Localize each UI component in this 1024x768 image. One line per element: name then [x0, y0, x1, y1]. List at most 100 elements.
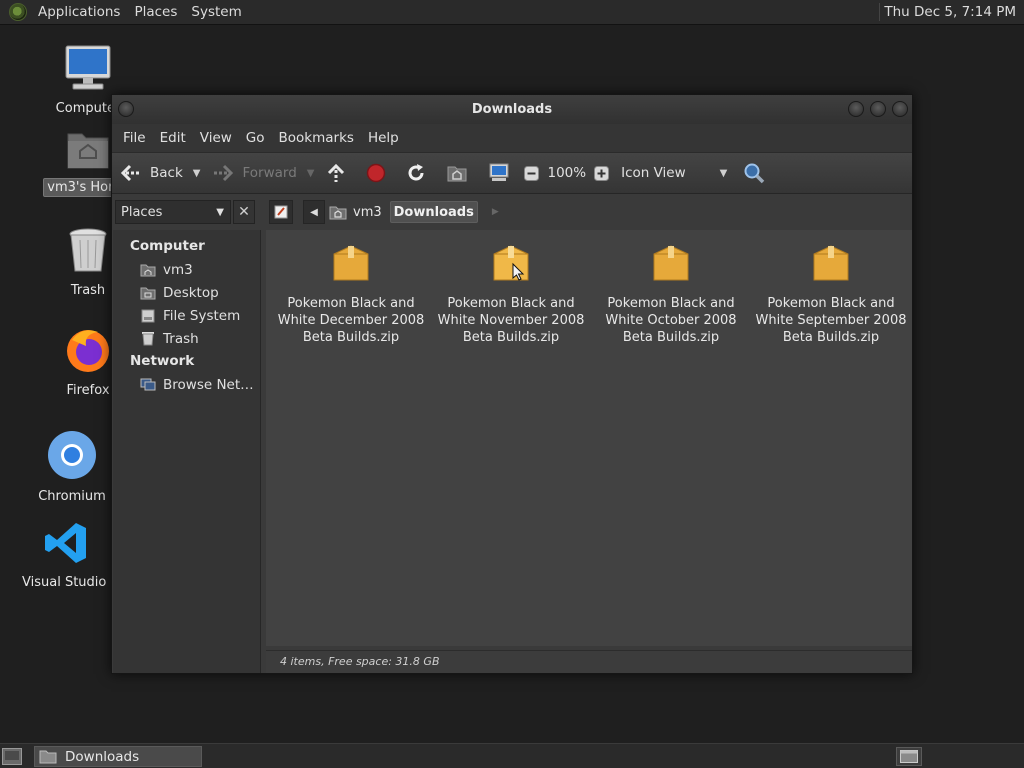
sidebar-item-label: File System	[163, 307, 241, 324]
home-icon[interactable]	[446, 163, 468, 183]
close-icon: ✕	[238, 204, 250, 220]
clock[interactable]: Thu Dec 5, 7:14 PM	[879, 3, 1020, 21]
forward-label: Forward	[242, 165, 297, 181]
desktop-icon-label: Chromium	[38, 489, 106, 504]
up-icon[interactable]	[326, 163, 346, 183]
workspace-switcher[interactable]	[896, 747, 922, 766]
taskbar-item-downloads[interactable]: Downloads	[34, 746, 202, 767]
desktop-icon-label: Visual Studio Code	[22, 575, 113, 590]
toolbar: Back ▼ Forward ▼ 100% Icon View ▼	[112, 152, 912, 194]
home-folder-icon	[67, 133, 109, 169]
breadcrumb-right-button[interactable]: ▶	[492, 207, 499, 217]
back-button[interactable]: Back	[120, 163, 183, 183]
system-menu[interactable]: System	[184, 4, 248, 20]
places-menu[interactable]: Places	[127, 4, 184, 20]
distro-logo-icon[interactable]	[9, 3, 27, 21]
firefox-icon	[67, 330, 109, 372]
bottom-panel: Downloads	[0, 743, 1024, 768]
zoom-in-icon[interactable]	[594, 165, 610, 181]
close-side-pane-button[interactable]: ✕	[233, 200, 255, 224]
sidebar-heading-network: Network	[130, 353, 195, 369]
maximize-button[interactable]	[870, 101, 886, 117]
window-title: Downloads	[471, 102, 553, 117]
edit-location-icon	[274, 205, 288, 219]
close-button[interactable]	[892, 101, 908, 117]
taskbar-item-label: Downloads	[65, 748, 140, 765]
folder-icon	[39, 750, 57, 764]
desktop-icon-label: Trash	[70, 283, 106, 298]
network-icon	[140, 378, 156, 390]
breadcrumb-left-button[interactable]: ◀	[303, 200, 325, 224]
trash-icon	[69, 228, 107, 272]
menubar: File Edit View Go Bookmarks Help	[112, 124, 912, 152]
chevron-down-icon: ▼	[216, 206, 224, 218]
stop-icon[interactable]	[366, 163, 386, 183]
file-item[interactable]: Pokemon Black and White November 2008 Be…	[431, 242, 591, 346]
view-mode-select[interactable]: Icon View	[621, 165, 686, 181]
home-folder-icon	[140, 264, 156, 276]
file-name: Pokemon Black and White October 2008 Bet…	[605, 296, 737, 345]
sidebar-item-vm3[interactable]: vm3	[113, 258, 260, 281]
toggle-location-entry-button[interactable]	[269, 200, 293, 224]
zip-archive-icon	[493, 245, 529, 281]
file-name: Pokemon Black and White September 2008 B…	[755, 296, 907, 345]
sidebar-item-label: Trash	[163, 330, 199, 347]
sidebar-item-browse-network[interactable]: Browse Net…	[113, 373, 260, 396]
file-item[interactable]: Pokemon Black and White December 2008 Be…	[271, 242, 431, 346]
file-name: Pokemon Black and White November 2008 Be…	[437, 296, 585, 345]
side-pane-selector[interactable]: Places ▼	[115, 200, 231, 224]
show-desktop-icon[interactable]	[2, 748, 22, 765]
menu-bookmarks[interactable]: Bookmarks	[272, 130, 361, 146]
trash-icon	[142, 332, 154, 346]
sidebar-item-desktop[interactable]: Desktop	[113, 281, 260, 304]
back-label: Back	[150, 165, 183, 181]
computer-icon[interactable]	[488, 163, 510, 183]
vscode-icon	[45, 523, 86, 563]
breadcrumb-downloads[interactable]: Downloads	[389, 201, 478, 223]
file-item[interactable]: Pokemon Black and White September 2008 B…	[751, 242, 911, 346]
location-bar: Places ▼ ✕ ◀ vm3 Downloads ▶	[112, 196, 912, 230]
drive-icon	[141, 309, 155, 322]
zip-archive-icon	[333, 245, 369, 281]
computer-icon	[65, 45, 111, 90]
chromium-icon	[48, 431, 96, 479]
zoom-out-icon[interactable]	[524, 165, 540, 181]
forward-arrow-icon	[214, 164, 234, 182]
file-name: Pokemon Black and White December 2008 Be…	[277, 296, 425, 345]
search-icon[interactable]	[743, 162, 765, 184]
menu-go[interactable]: Go	[239, 130, 272, 146]
file-item[interactable]: Pokemon Black and White October 2008 Bet…	[591, 242, 751, 346]
breadcrumb-label: vm3	[353, 204, 382, 220]
titlebar[interactable]: Downloads	[112, 95, 912, 124]
menu-view[interactable]: View	[193, 130, 239, 146]
sidebar-item-label: Desktop	[163, 284, 219, 301]
workspace-icon	[900, 750, 918, 763]
desktop-icon-vscode[interactable]: Visual Studio Code	[19, 520, 113, 591]
breadcrumb: ◀ vm3 Downloads ▶	[269, 200, 499, 224]
sidebar-item-file-system[interactable]: File System	[113, 304, 260, 327]
desktop-folder-icon	[140, 287, 156, 299]
file-view[interactable]: Pokemon Black and White December 2008 Be…	[266, 230, 912, 646]
breadcrumb-vm3[interactable]: vm3	[329, 204, 382, 220]
minimize-button[interactable]	[848, 101, 864, 117]
forward-button[interactable]: Forward	[212, 163, 297, 183]
sidebar-item-trash[interactable]: Trash	[113, 327, 260, 350]
view-mode-dropdown[interactable]: ▼	[720, 168, 728, 179]
menu-edit[interactable]: Edit	[153, 130, 193, 146]
zip-archive-icon	[653, 245, 689, 281]
reload-icon[interactable]	[406, 163, 426, 183]
back-history-dropdown[interactable]: ▼	[193, 168, 201, 179]
side-pane-selector-value: Places	[121, 204, 163, 220]
desktop-icon-label: Firefox	[66, 383, 110, 398]
status-bar: 4 items, Free space: 31.8 GB	[266, 650, 912, 673]
menu-help[interactable]: Help	[361, 130, 406, 146]
forward-history-dropdown[interactable]: ▼	[307, 168, 315, 179]
menu-file[interactable]: File	[116, 130, 153, 146]
window-menu-icon[interactable]	[118, 101, 134, 117]
applications-menu[interactable]: Applications	[31, 4, 127, 20]
desktop-icon-chromium[interactable]: Chromium	[22, 430, 122, 505]
top-panel: Applications Places System Thu Dec 5, 7:…	[0, 0, 1024, 25]
sidebar-item-label: Browse Net…	[163, 376, 254, 393]
zoom-level[interactable]: 100%	[547, 165, 586, 181]
breadcrumb-label: Downloads	[393, 204, 474, 220]
